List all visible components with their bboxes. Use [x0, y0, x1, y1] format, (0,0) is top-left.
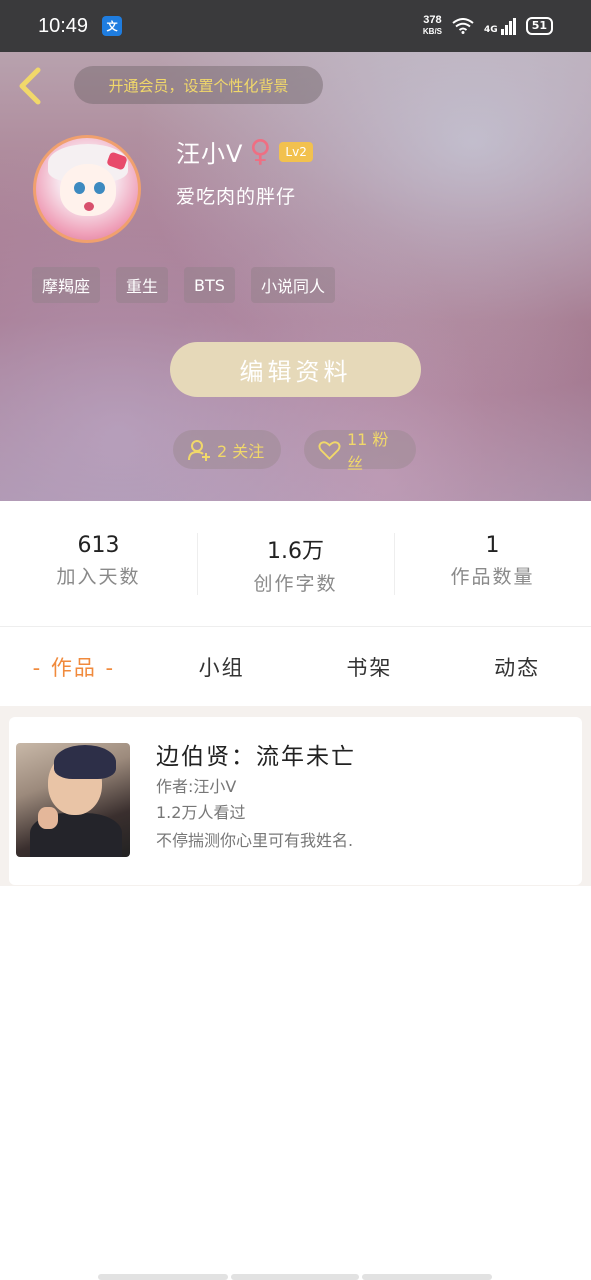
- stat-value: 1: [485, 532, 500, 558]
- profile-header: 开通会员，设置个性化背景 汪小V ♀ Lv2 爱吃肉的胖仔 摩羯座 重生 BTS…: [0, 52, 591, 501]
- network-type: 4G: [484, 24, 498, 35]
- social-row: 2 关注 11 粉丝: [173, 430, 416, 473]
- user-bio: 爱吃肉的胖仔: [176, 186, 297, 208]
- stats-row: 613 加入天数 1.6万 创作字数 1 作品数量: [0, 501, 591, 627]
- app-notification-icon: 文: [102, 16, 123, 36]
- following-button[interactable]: 2 关注: [173, 430, 281, 469]
- followers-count: 11 粉丝: [346, 429, 389, 473]
- cell-signal-icon: 4G: [484, 17, 516, 35]
- tab-bookshelf[interactable]: 书架: [296, 652, 444, 682]
- status-right: 378 KB/S 4G 51: [423, 15, 553, 37]
- tab-groups[interactable]: 小组: [148, 652, 296, 682]
- work-card[interactable]: 边伯贤：流年未亡 作者:汪小V 1.2万人看过 不停揣测你心里可有我姓名.: [9, 717, 582, 885]
- wifi-icon: [452, 18, 474, 34]
- back-button[interactable]: [14, 66, 48, 106]
- work-title: 边伯贤：流年未亡: [156, 744, 356, 770]
- tag-item[interactable]: 重生: [116, 267, 169, 303]
- avatar[interactable]: [33, 135, 141, 243]
- following-count: 2 关注: [217, 441, 265, 461]
- home-indicator[interactable]: [362, 1274, 492, 1280]
- stat-word-count: 1.6万 创作字数: [197, 532, 394, 595]
- add-user-icon: [188, 439, 210, 461]
- vip-banner[interactable]: 开通会员，设置个性化背景: [74, 66, 323, 104]
- level-badge: Lv2: [279, 141, 313, 162]
- stat-label: 创作字数: [253, 572, 338, 595]
- tab-activity[interactable]: 动态: [443, 652, 591, 682]
- username-row: 汪小V ♀ Lv2: [176, 134, 313, 169]
- work-author: 作者:汪小V: [156, 777, 237, 796]
- tag-item[interactable]: 小说同人: [250, 267, 335, 303]
- tag-item[interactable]: BTS: [184, 267, 235, 303]
- tab-works[interactable]: - 作品 -: [0, 652, 148, 682]
- username: 汪小V: [176, 140, 244, 168]
- work-description: 不停揣测你心里可有我姓名.: [156, 831, 354, 850]
- tag-list: 摩羯座 重生 BTS 小说同人: [32, 267, 335, 303]
- tag-item[interactable]: 摩羯座: [32, 267, 101, 303]
- home-indicator[interactable]: [98, 1274, 228, 1280]
- home-indicator[interactable]: [231, 1274, 359, 1280]
- network-speed: 378 KB/S: [423, 15, 442, 37]
- network-speed-unit: KB/S: [422, 27, 443, 36]
- battery-indicator: 51: [525, 17, 553, 35]
- status-time: 10:49: [38, 14, 89, 37]
- edit-profile-button[interactable]: 编辑资料: [170, 342, 421, 397]
- female-gender-icon: ♀: [249, 133, 272, 169]
- work-cover-image[interactable]: [16, 743, 130, 857]
- network-speed-value: 378: [423, 14, 442, 26]
- stat-value: 1.6万: [267, 538, 324, 564]
- status-bar: 10:49 文 378 KB/S 4G 51: [0, 0, 591, 52]
- works-list: 边伯贤：流年未亡 作者:汪小V 1.2万人看过 不停揣测你心里可有我姓名.: [0, 706, 591, 886]
- stat-join-days: 613 加入天数: [0, 533, 197, 595]
- stat-label: 作品数量: [450, 565, 535, 588]
- profile-tabs: - 作品 - 小组 书架 动态: [0, 628, 591, 706]
- followers-button[interactable]: 11 粉丝: [304, 430, 416, 473]
- work-views: 1.2万人看过: [156, 803, 246, 822]
- stat-works-count: 1 作品数量: [394, 532, 591, 595]
- stat-value: 613: [77, 532, 120, 558]
- heart-icon: [318, 440, 341, 460]
- stat-label: 加入天数: [56, 565, 141, 588]
